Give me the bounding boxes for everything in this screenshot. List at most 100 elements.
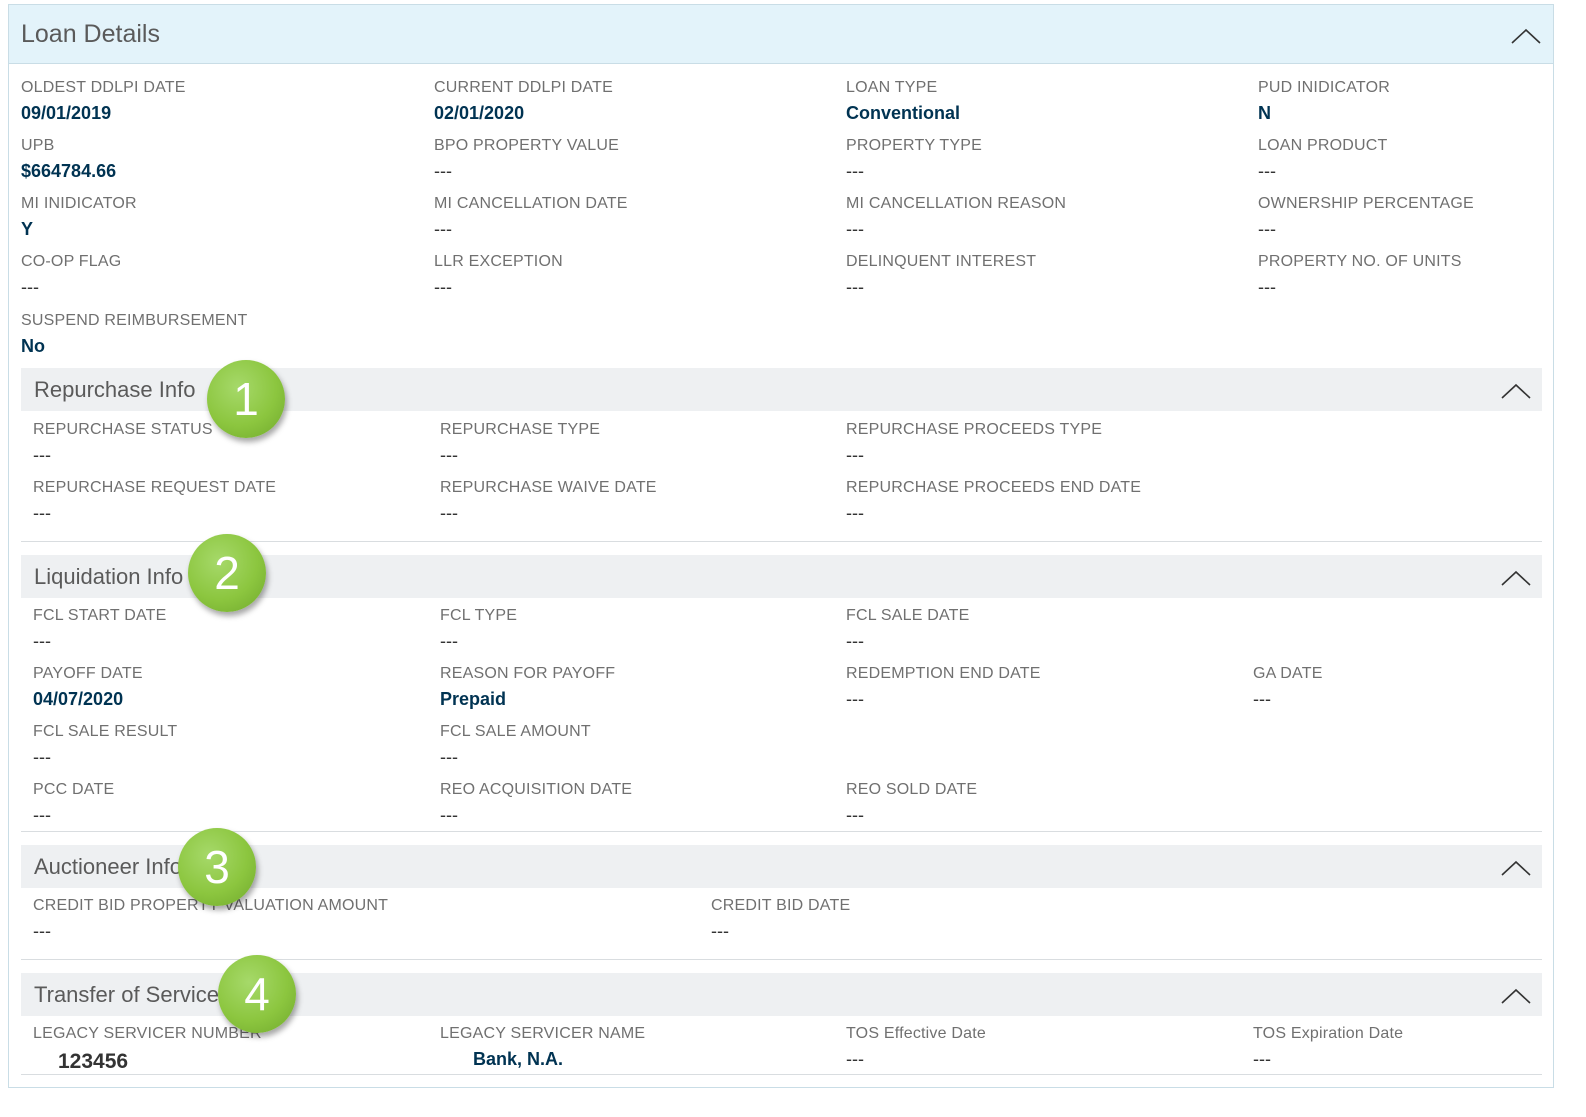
field-label: GA DATE [1253,665,1323,682]
field-value: --- [440,747,458,767]
field-label: LOAN PRODUCT [1258,137,1388,154]
loan-details-header[interactable]: Loan Details [9,5,1553,64]
callout-badge-2: 2 [188,534,266,612]
field-label: OWNERSHIP PERCENTAGE [1258,195,1474,212]
field-label: PCC DATE [33,781,115,798]
field-label: REPURCHASE REQUEST DATE [33,479,277,496]
field-label: LEGACY SERVICER NUMBER [33,1025,262,1042]
field-value: --- [1258,277,1276,297]
field-label: FCL START DATE [33,607,167,624]
transfer-of-servicer-title: Transfer of Servicer [34,982,227,1007]
field-repurchase-proceeds-end-date: REPURCHASE PROCEEDS END DATE --- [846,479,1141,524]
chevron-up-icon[interactable] [1501,382,1531,400]
field-loan-product: LOAN PRODUCT --- [1258,137,1388,182]
chevron-up-icon[interactable] [1501,987,1531,1005]
field-fcl-sale-date: FCL SALE DATE --- [846,607,970,652]
field-label: FCL SALE AMOUNT [440,723,591,740]
field-label: REDEMPTION END DATE [846,665,1041,682]
field-label: FCL TYPE [440,607,518,624]
field-credit-bid-date: CREDIT BID DATE --- [711,897,850,942]
field-pcc-date: PCC DATE --- [33,781,114,826]
field-value: --- [1258,219,1276,239]
field-value: 123456 [58,1050,129,1073]
field-suspend-reimbursement: SUSPEND REIMBURSEMENT No [21,312,247,357]
field-repurchase-proceeds-type: REPURCHASE PROCEEDS TYPE --- [846,421,1102,466]
field-value: Conventional [846,103,961,123]
field-value: N [1258,103,1271,123]
field-label: REASON FOR PAYOFF [440,665,616,682]
field-value: --- [21,277,39,297]
field-label: MI CANCELLATION REASON [846,195,1067,212]
field-value: --- [33,921,51,941]
field-tos-effective-date: TOS Effective Date --- [846,1025,986,1070]
section-divider [21,1074,1542,1075]
field-label: LEGACY SERVICER NAME [440,1025,646,1042]
field-value: --- [33,503,51,523]
field-payoff-date: PAYOFF DATE 04/07/2020 [33,665,143,710]
field-fcl-sale-result: FCL SALE RESULT --- [33,723,177,768]
field-value: --- [1253,1049,1271,1069]
field-value: --- [434,277,452,297]
field-repurchase-type: REPURCHASE TYPE --- [440,421,600,466]
field-repurchase-status: REPURCHASE STATUS --- [33,421,213,466]
field-value: $664784.66 [21,161,117,181]
field-value: --- [846,219,864,239]
field-label: TOS Effective Date [846,1025,986,1042]
field-value: --- [1253,689,1271,709]
field-label: CURRENT DDLPI DATE [434,79,614,96]
field-label: LLR EXCEPTION [434,253,563,270]
field-label: REPURCHASE TYPE [440,421,601,438]
field-mi-cancellation-date: MI CANCELLATION DATE --- [434,195,628,240]
field-label: LOAN TYPE [846,79,938,96]
field-fcl-type: FCL TYPE --- [440,607,517,652]
field-property-type: PROPERTY TYPE --- [846,137,982,182]
field-legacy-servicer-number: LEGACY SERVICER NUMBER 123456 [33,1025,262,1074]
chevron-up-icon[interactable] [1511,27,1541,45]
field-value: Bank, N.A. [473,1049,564,1069]
field-ownership-percentage: OWNERSHIP PERCENTAGE --- [1258,195,1474,240]
field-value: 04/07/2020 [33,689,124,709]
field-value: Prepaid [440,689,507,709]
field-label: CREDIT BID DATE [711,897,851,914]
field-value: --- [846,631,864,651]
field-value: No [21,336,45,356]
field-fcl-start-date: FCL START DATE --- [33,607,167,652]
field-value: 09/01/2019 [21,103,112,123]
field-value: --- [846,689,864,709]
auctioneer-info-title: Auctioneer Info [34,854,182,879]
field-label: CO-OP FLAG [21,253,122,270]
field-delinquent-interest: DELINQUENT INTEREST --- [846,253,1036,298]
field-label: REO SOLD DATE [846,781,978,798]
field-value: --- [846,445,864,465]
field-upb: UPB $664784.66 [21,137,116,182]
field-label: FCL SALE DATE [846,607,970,624]
field-current-ddlpi-date: CURRENT DDLPI DATE 02/01/2020 [434,79,613,124]
chevron-up-icon[interactable] [1501,859,1531,877]
field-repurchase-request-date: REPURCHASE REQUEST DATE --- [33,479,276,524]
field-label: REPURCHASE PROCEEDS TYPE [846,421,1103,438]
field-label: TOS Expiration Date [1253,1025,1404,1042]
field-value: --- [846,503,864,523]
field-mi-indicator: MI INIDICATOR Y [21,195,137,240]
loan-details-title: Loan Details [21,20,160,48]
field-label: REPURCHASE STATUS [33,421,213,438]
field-value: --- [434,219,452,239]
field-value: --- [33,805,51,825]
field-value: --- [33,747,51,767]
liquidation-info-title: Liquidation Info [34,564,184,589]
field-label: MI CANCELLATION DATE [434,195,628,212]
callout-badge-3: 3 [178,828,256,906]
field-reason-for-payoff: REASON FOR PAYOFF Prepaid [440,665,615,710]
field-label: PAYOFF DATE [33,665,143,682]
field-value: --- [846,805,864,825]
field-legacy-servicer-name: LEGACY SERVICER NAME Bank, N.A. [440,1025,645,1070]
field-value: --- [711,921,729,941]
field-label: PROPERTY NO. OF UNITS [1258,253,1462,270]
field-property-no-of-units: PROPERTY NO. OF UNITS --- [1258,253,1462,298]
field-label: FCL SALE RESULT [33,723,178,740]
field-value: --- [33,445,51,465]
chevron-up-icon[interactable] [1501,569,1531,587]
field-repurchase-waive-date: REPURCHASE WAIVE DATE --- [440,479,657,524]
section-divider [21,831,1542,832]
field-tos-expiration-date: TOS Expiration Date --- [1253,1025,1403,1070]
